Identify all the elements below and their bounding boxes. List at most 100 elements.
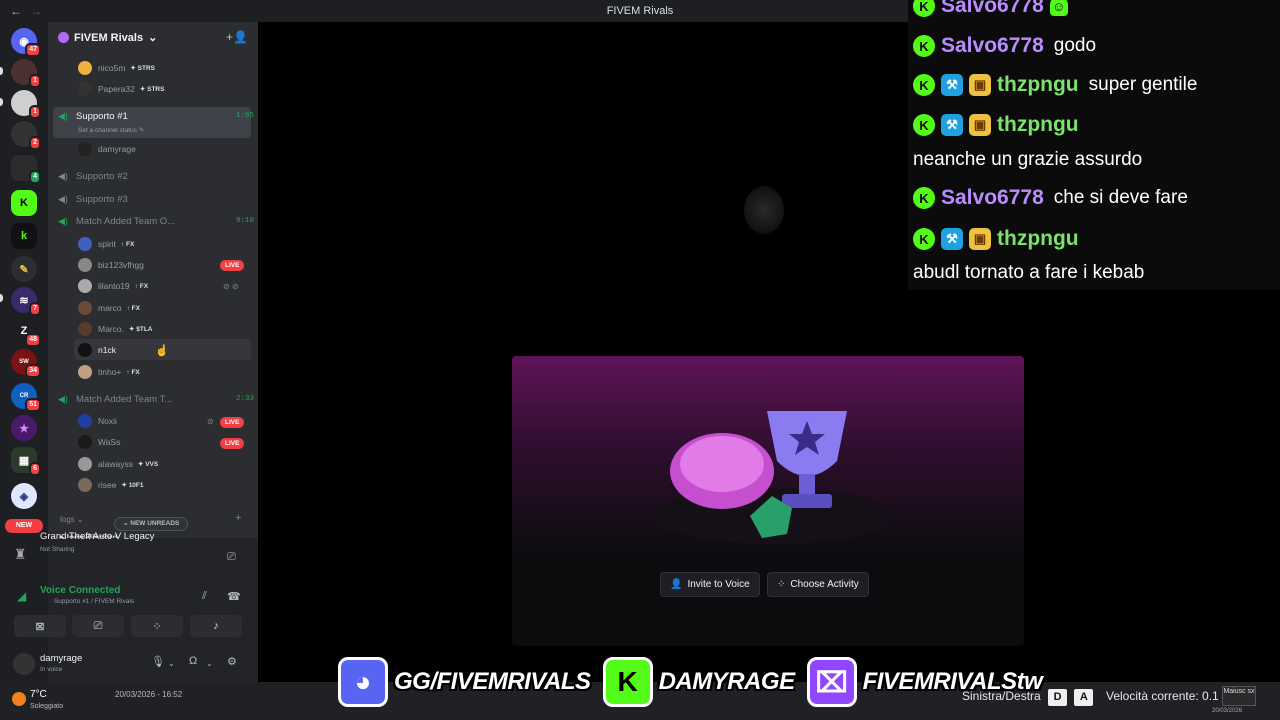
voice-member[interactable]: spirit ↑ FX <box>78 235 134 253</box>
new-badge[interactable]: NEW <box>5 519 43 533</box>
voice-member[interactable]: Marco. ✦ $TLA <box>78 320 153 338</box>
user-name[interactable]: damyrage <box>40 653 82 664</box>
chat-message: K Salvo6778 ☺ <box>913 0 1068 20</box>
chat-username: Salvo6778 <box>941 34 1044 57</box>
clan-tag: ↑ FX <box>126 368 140 376</box>
voice-channel-match-2[interactable]: ◀) Match Added Team T... 2:33 <box>58 390 254 408</box>
emote-icon: ☺ <box>1049 0 1068 16</box>
invite-to-voice-button[interactable]: 👤 Invite to Voice <box>660 572 760 597</box>
add-member-icon[interactable]: +👤 <box>226 30 248 44</box>
headphones-icon[interactable]: Ω <box>189 655 197 667</box>
voice-channel-supporto-1[interactable]: ◀) Supporto #1 1:05 <box>58 107 254 125</box>
channel-status[interactable]: Set a channel status ✎ <box>78 126 144 134</box>
activities-button[interactable]: ⁘ <box>131 615 183 637</box>
server-rail: ◉ 47 1 1 2 4 K k ✎ ≋ 7 Z 48 SW 34 CR 51 ★ ▦ 6 … <box>0 22 48 682</box>
voice-channel-match-1[interactable]: ◀) Match Added Team O... 9:10 <box>58 212 254 230</box>
noise-suppression-icon[interactable]: ⫽ <box>202 590 207 603</box>
chevron-down-icon[interactable]: ⌄ <box>206 659 213 668</box>
clan-tag: ✦ VVS <box>137 461 159 468</box>
disconnect-icon[interactable]: ☎ <box>227 590 241 603</box>
chat-text: abudl tornato a fare i kebab <box>913 262 1145 283</box>
voice-member[interactable]: WaSs <box>78 433 120 451</box>
choose-activity-button[interactable]: ⁘ Choose Activity <box>767 572 869 597</box>
kick-badge-icon: K <box>913 187 935 209</box>
game-icon: ♜ <box>14 546 27 562</box>
server-icon[interactable]: CR 51 <box>11 383 41 412</box>
channel-timer: 2:33 <box>236 395 255 403</box>
stream-socials-banner: ◕ GG/FIVEMRIVALS K DAMYRAGE ⌧ FIVEMRIVAL… <box>338 656 1043 708</box>
voice-member[interactable]: alawayss ✦ VVS <box>78 455 158 473</box>
category-logs[interactable]: logs ⌄ <box>60 515 84 524</box>
member-name: lilanto19 <box>98 281 130 291</box>
avatar <box>78 365 92 379</box>
voice-member[interactable]: biz123vfhgg <box>78 256 144 274</box>
notification-badge: 6 <box>29 462 41 476</box>
channel-name: Match Added Team T... <box>76 393 173 405</box>
server-icon[interactable]: 1 <box>11 90 41 119</box>
speaker-icon: ◀) <box>58 393 68 404</box>
clan-tag: ↑ FX <box>126 304 140 312</box>
server-icon[interactable]: 1 <box>11 59 41 88</box>
chat-text: neanche un grazie assurdo <box>913 149 1143 170</box>
voice-member[interactable]: Noxii <box>78 412 117 430</box>
add-channel-icon[interactable]: + <box>235 512 241 524</box>
avatar <box>78 142 92 156</box>
new-unreads-button[interactable]: ⌄ NEW UNREADS <box>114 517 189 531</box>
notification-badge: 7 <box>29 302 41 316</box>
camera-button[interactable]: ⊠ <box>14 615 66 637</box>
chevron-down-icon[interactable]: ⌄ <box>168 659 175 668</box>
member-name: nico5m <box>98 63 126 73</box>
moderator-hammer-icon: ⚒ <box>941 228 963 250</box>
unread-pill <box>0 98 3 106</box>
notification-badge: 2 <box>29 136 41 150</box>
voice-member[interactable]: lilanto19 ↑ FX <box>78 277 148 295</box>
button-label: Choose Activity <box>790 579 859 590</box>
voice-member[interactable]: tinho+ ↑ FX <box>78 363 140 381</box>
server-name-header[interactable]: FIVEM Rivals ⌄ <box>58 31 157 44</box>
weather-temp[interactable]: 7°C <box>30 689 47 700</box>
chat-username: thzpngu <box>997 73 1079 96</box>
participant-avatar[interactable] <box>744 186 784 234</box>
voice-connected-title[interactable]: Voice Connected <box>40 585 120 596</box>
kick-badge-icon: K <box>913 114 935 136</box>
server-icon[interactable]: SW 34 <box>11 349 41 378</box>
voice-member[interactable]: damyrage <box>78 140 136 158</box>
chat-message: K ⚒ ▣ thzpngu super gentile <box>913 71 1197 99</box>
voice-member[interactable]: marco ↑ FX <box>78 299 140 317</box>
soundboard-button[interactable]: ♪ <box>190 615 242 637</box>
home-discord-icon[interactable]: ◉ 47 <box>11 28 41 57</box>
share-screen-button[interactable]: ⎚ <box>72 615 124 637</box>
avatar[interactable] <box>13 653 35 675</box>
moderator-hammer-icon: ⚒ <box>941 74 963 96</box>
voice-member[interactable]: risee ✦ 10F1 <box>78 476 144 494</box>
server-name: FIVEM Rivals <box>74 31 144 44</box>
server-icon[interactable]: Z 48 <box>11 318 41 347</box>
unread-pill <box>0 67 3 75</box>
screen-share-icon[interactable]: ⎚ <box>227 551 236 564</box>
kick-server-icon[interactable]: K <box>11 190 37 216</box>
voice-member[interactable]: Papera32 ✦ STRS <box>78 80 164 98</box>
gear-icon[interactable]: ⚙ <box>227 655 237 668</box>
server-icon[interactable]: ◈ <box>11 483 37 509</box>
trophy-base-shape <box>782 494 832 508</box>
server-icon[interactable]: ▦ 6 <box>11 447 41 476</box>
member-name: damyrage <box>98 144 136 154</box>
shell-top-shape <box>680 436 764 492</box>
unread-pill <box>0 294 3 302</box>
voice-member[interactable]: n1ck <box>78 341 116 359</box>
server-icon[interactable]: ≋ 7 <box>11 287 41 316</box>
voice-connected-channel[interactable]: · Supporto #1 / FIVEM Rivals <box>50 598 134 605</box>
server-icon[interactable]: ✎ <box>11 256 37 282</box>
voice-channel-supporto-2[interactable]: ◀) Supporto #2 <box>58 167 128 185</box>
server-icon[interactable]: 4 <box>11 155 41 184</box>
trophy-shell-illustration <box>654 411 894 544</box>
voice-member[interactable]: nico5m ✦ STRS <box>78 59 155 77</box>
server-icon[interactable]: ★ <box>11 415 37 441</box>
hand-cursor-icon: ☝ <box>155 345 169 357</box>
microphone-icon[interactable]: 🎙 <box>151 655 165 668</box>
avatar <box>78 279 92 293</box>
kick-server-icon[interactable]: k <box>11 223 37 249</box>
speaker-icon: ◀) <box>58 193 68 204</box>
server-icon[interactable]: 2 <box>11 121 41 150</box>
voice-channel-supporto-3[interactable]: ◀) Supporto #3 <box>58 190 128 208</box>
